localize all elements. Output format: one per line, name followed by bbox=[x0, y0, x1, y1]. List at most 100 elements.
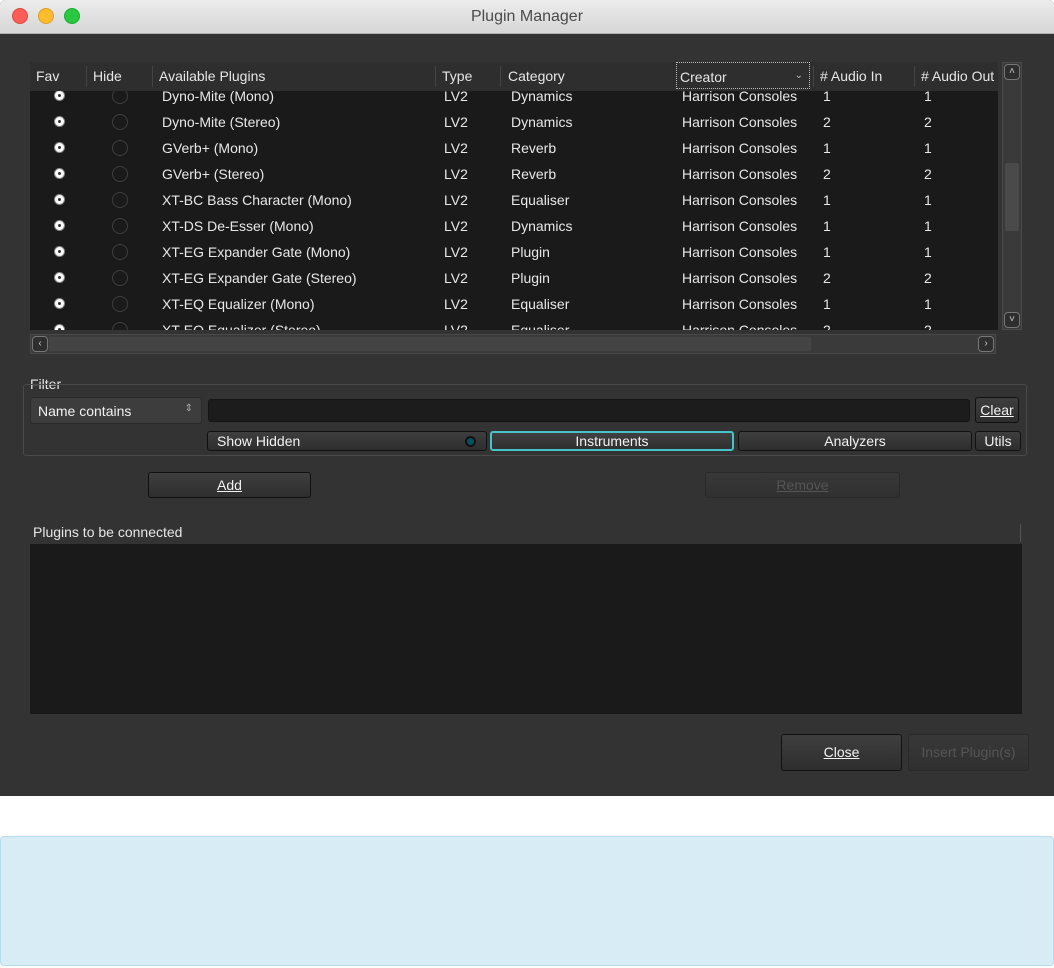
favorite-radio-icon[interactable] bbox=[54, 220, 65, 231]
insert-plugins-button[interactable]: Insert Plugin(s) bbox=[908, 734, 1029, 771]
show-hidden-label: Show Hidden bbox=[217, 433, 301, 449]
filter-mode-select[interactable]: Name contains ⇕ bbox=[30, 397, 202, 424]
col-creator-sorted[interactable]: Creator ⌄ bbox=[676, 62, 810, 89]
favorite-radio-icon[interactable] bbox=[54, 142, 65, 153]
utils-filter-button[interactable]: Utils bbox=[975, 431, 1021, 451]
show-hidden-toggle[interactable]: Show Hidden bbox=[207, 431, 487, 451]
insert-plugins-label: Insert Plugin(s) bbox=[921, 744, 1016, 760]
favorite-radio-icon[interactable] bbox=[54, 90, 65, 101]
filter-mode-value: Name contains bbox=[38, 403, 132, 419]
favorite-radio-icon[interactable] bbox=[54, 272, 65, 283]
clear-button[interactable]: Clear bbox=[975, 397, 1019, 423]
analyzers-filter-button[interactable]: Analyzers bbox=[738, 431, 972, 451]
type-cell: LV2 bbox=[444, 192, 468, 208]
category-cell: Reverb bbox=[511, 140, 557, 156]
audio-out-cell: 1 bbox=[924, 218, 932, 234]
type-cell: LV2 bbox=[444, 296, 468, 312]
creator-cell: Harrison Consoles bbox=[682, 140, 798, 156]
type-cell: LV2 bbox=[444, 114, 468, 130]
col-available-plugins[interactable]: Available Plugins bbox=[159, 68, 265, 84]
plugin-name-cell: XT-EQ Equalizer (Stereo) bbox=[162, 322, 321, 330]
category-cell: Dynamics bbox=[511, 114, 573, 130]
utils-label: Utils bbox=[984, 433, 1012, 449]
table-row[interactable]: XT-EG Expander Gate (Mono) LV2 Plugin Harri… bbox=[30, 239, 998, 265]
hide-radio-icon[interactable] bbox=[112, 192, 128, 208]
creator-cell: Harrison Consoles bbox=[682, 244, 798, 260]
hide-radio-icon[interactable] bbox=[112, 296, 128, 312]
category-cell: Equaliser bbox=[511, 192, 570, 208]
add-button-label: Add bbox=[217, 477, 242, 493]
table-header: Fav Hide Available Plugins Type Category… bbox=[30, 62, 998, 91]
favorite-radio-icon[interactable] bbox=[54, 324, 65, 330]
scroll-left-icon[interactable]: ‹ bbox=[32, 336, 48, 352]
type-cell: LV2 bbox=[444, 140, 468, 156]
audio-out-cell: 1 bbox=[924, 192, 932, 208]
plugins-to-connect-list[interactable] bbox=[30, 544, 1022, 714]
table-row[interactable]: Dyno-Mite (Stereo) LV2 Dynamics Harrison Co… bbox=[30, 109, 998, 135]
col-fav[interactable]: Fav bbox=[36, 68, 59, 84]
hide-radio-icon[interactable] bbox=[112, 114, 128, 130]
audio-in-cell: 2 bbox=[823, 166, 831, 182]
instruments-filter-button[interactable]: Instruments bbox=[490, 431, 734, 451]
plugin-name-cell: XT-EG Expander Gate (Mono) bbox=[162, 244, 351, 260]
audio-out-cell: 1 bbox=[924, 140, 932, 156]
audio-out-cell: 1 bbox=[924, 244, 932, 260]
col-audio-out[interactable]: # Audio Out bbox=[921, 68, 998, 84]
audio-out-cell: 2 bbox=[924, 166, 932, 182]
chevron-down-icon: ⌄ bbox=[794, 70, 803, 81]
category-cell: Equaliser bbox=[511, 296, 570, 312]
table-row[interactable]: XT-BC Bass Character (Mono) LV2 Equaliser H… bbox=[30, 187, 998, 213]
hide-radio-icon[interactable] bbox=[112, 244, 128, 260]
audio-out-cell: 2 bbox=[924, 114, 932, 130]
table-row[interactable]: GVerb+ (Stereo) LV2 Reverb Harrison Console… bbox=[30, 161, 998, 187]
col-audio-in[interactable]: # Audio In bbox=[820, 68, 882, 84]
updown-arrows-icon: ⇕ bbox=[184, 403, 193, 414]
hide-radio-icon[interactable] bbox=[112, 218, 128, 234]
hide-radio-icon[interactable] bbox=[112, 140, 128, 156]
col-category[interactable]: Category bbox=[508, 68, 565, 84]
hide-radio-icon[interactable] bbox=[112, 322, 128, 330]
horizontal-scroll-thumb[interactable] bbox=[49, 337, 811, 351]
favorite-radio-icon[interactable] bbox=[54, 116, 65, 127]
table-row[interactable]: XT-EQ Equalizer (Mono) LV2 Equaliser Harris… bbox=[30, 291, 998, 317]
plugin-name-cell: Dyno-Mite (Stereo) bbox=[162, 114, 281, 130]
audio-in-cell: 2 bbox=[823, 322, 831, 330]
favorite-radio-icon[interactable] bbox=[54, 168, 65, 179]
vertical-scrollbar[interactable]: ˄ ˅ bbox=[1002, 62, 1022, 330]
filter-text-input[interactable] bbox=[208, 399, 970, 422]
col-hide[interactable]: Hide bbox=[93, 68, 122, 84]
vertical-scroll-thumb[interactable] bbox=[1005, 163, 1019, 231]
plugins-to-connect-label: Plugins to be connected bbox=[33, 524, 183, 540]
plugin-name-cell: XT-BC Bass Character (Mono) bbox=[162, 192, 352, 208]
window-title: Plugin Manager bbox=[470, 8, 584, 25]
table-row[interactable]: GVerb+ (Mono) LV2 Reverb Harrison Consoles 1… bbox=[30, 135, 998, 161]
table-row[interactable]: XT-DS De-Esser (Mono) LV2 Dynamics Harrison… bbox=[30, 213, 998, 239]
scroll-up-icon[interactable]: ˄ bbox=[1004, 64, 1020, 80]
category-cell: Plugin bbox=[511, 244, 550, 260]
audio-in-cell: 1 bbox=[823, 192, 831, 208]
favorite-radio-icon[interactable] bbox=[54, 194, 65, 205]
hide-radio-icon[interactable] bbox=[112, 270, 128, 286]
hide-radio-icon[interactable] bbox=[112, 166, 128, 182]
category-cell: Reverb bbox=[511, 166, 557, 182]
audio-in-cell: 1 bbox=[823, 140, 831, 156]
category-cell: Dynamics bbox=[511, 218, 573, 234]
audio-out-cell: 2 bbox=[924, 322, 932, 330]
remove-button[interactable]: Remove bbox=[705, 472, 900, 498]
table-row[interactable]: XT-EG Expander Gate (Stereo) LV2 Plugin Har… bbox=[30, 265, 998, 291]
favorite-radio-icon[interactable] bbox=[54, 298, 65, 309]
creator-cell: Harrison Consoles bbox=[682, 114, 798, 130]
col-creator: Creator bbox=[680, 69, 727, 85]
audio-out-cell: 1 bbox=[924, 296, 932, 312]
plugin-name-cell: XT-DS De-Esser (Mono) bbox=[162, 218, 314, 234]
table-row[interactable]: XT-EQ Equalizer (Stereo) LV2 Equaliser Harr… bbox=[30, 317, 998, 330]
plugin-manager-window: Plugin Manager Dyno-Mite (Mono) LV2 Dynami… bbox=[0, 0, 1054, 796]
add-button[interactable]: Add bbox=[148, 472, 311, 498]
scroll-right-icon[interactable]: › bbox=[978, 336, 994, 352]
audio-in-cell: 1 bbox=[823, 296, 831, 312]
col-type[interactable]: Type bbox=[442, 68, 472, 84]
close-button[interactable]: Close bbox=[781, 734, 902, 771]
horizontal-scrollbar[interactable]: ‹ › bbox=[30, 334, 996, 354]
favorite-radio-icon[interactable] bbox=[54, 246, 65, 257]
scroll-down-icon[interactable]: ˅ bbox=[1004, 312, 1020, 328]
